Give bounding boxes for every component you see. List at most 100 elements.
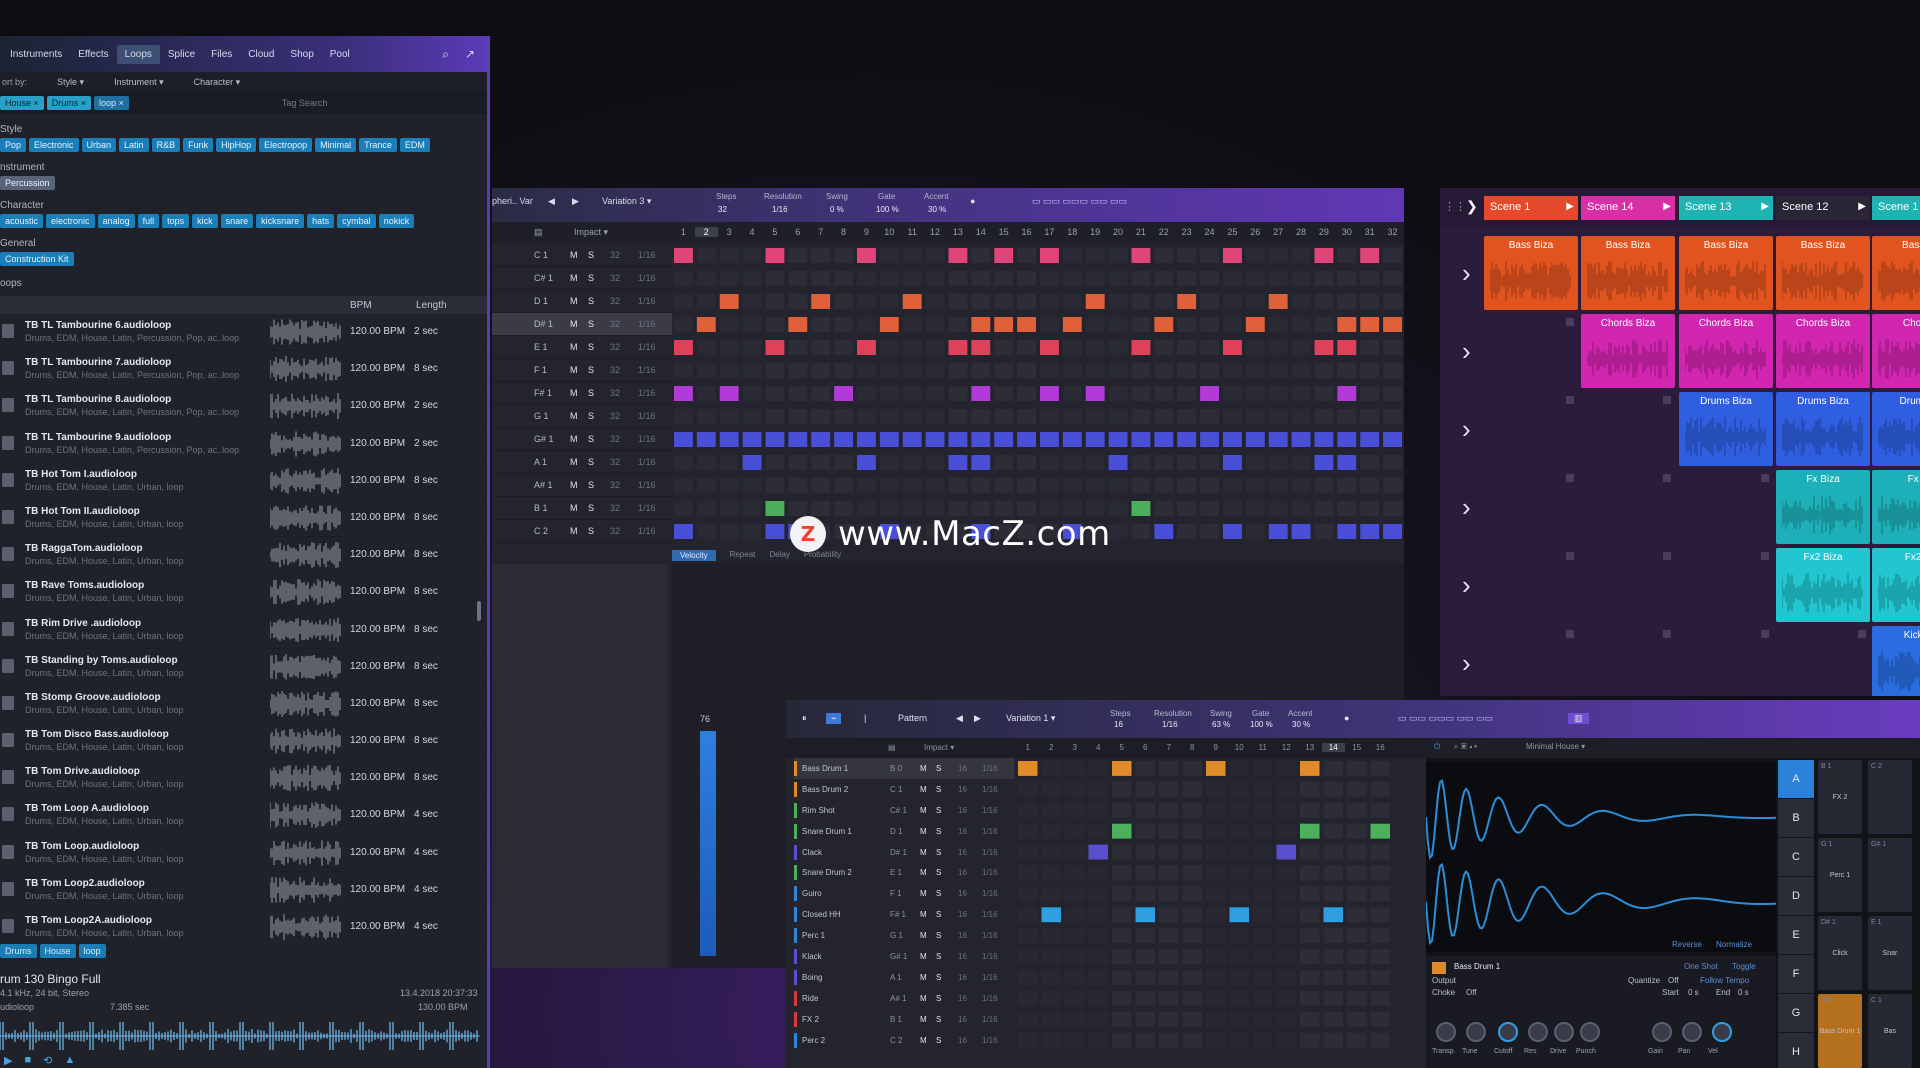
list-scrollbar[interactable] xyxy=(477,601,481,621)
drum-lane-steps[interactable]: 16 xyxy=(958,806,967,815)
pattern-lane[interactable]: A 1 M S 32 1/16 xyxy=(492,451,672,474)
empty-slot-icon[interactable] xyxy=(1566,552,1574,560)
knob-dial[interactable] xyxy=(1580,1022,1600,1042)
drum-mute-button[interactable]: M xyxy=(920,910,927,919)
drum-lane[interactable]: Bass Drum 1 B 0 M S 16 1/16 xyxy=(794,758,1014,779)
drum-mute-button[interactable]: M xyxy=(920,994,927,1003)
drum-solo-button[interactable]: S xyxy=(936,785,941,794)
velocity-bar[interactable] xyxy=(700,731,716,956)
end-value[interactable]: 0 s xyxy=(1738,988,1749,997)
mute-button[interactable]: M xyxy=(570,457,578,467)
lane-resolution[interactable]: 1/16 xyxy=(638,388,656,398)
mute-button[interactable]: M xyxy=(570,434,578,444)
drum-solo-button[interactable]: S xyxy=(936,994,941,1003)
drum-lane-resolution[interactable]: 1/16 xyxy=(982,973,998,982)
kit-select[interactable]: Minimal House ▾ xyxy=(1526,742,1585,751)
drum-lane[interactable]: Ride A# 1 M S 16 1/16 xyxy=(794,988,1014,1009)
tag-minimal[interactable]: Minimal xyxy=(315,138,357,152)
empty-slot-icon[interactable] xyxy=(1566,318,1574,326)
tag-hats[interactable]: hats xyxy=(307,214,335,228)
empty-slot-icon[interactable] xyxy=(1663,630,1671,638)
track-expand-icon[interactable]: › xyxy=(1462,336,1471,367)
clip[interactable]: Drums Biza xyxy=(1776,392,1870,466)
drum-mute-button[interactable]: M xyxy=(920,973,927,982)
drum-solo-button[interactable]: S xyxy=(936,973,941,982)
drum-mute-button[interactable]: M xyxy=(920,806,927,815)
lane-steps[interactable]: 32 xyxy=(610,434,620,444)
pattern-lane[interactable]: D# 1 M S 32 1/16 xyxy=(492,313,672,336)
drum-mute-button[interactable]: M xyxy=(920,931,927,940)
drum-mute-button[interactable]: M xyxy=(920,868,927,877)
lane-resolution[interactable]: 1/16 xyxy=(638,365,656,375)
drum-pad[interactable]: E 1 Snar xyxy=(1868,916,1912,990)
drum-pad[interactable]: G 1 Perc 1 xyxy=(1818,838,1862,912)
start-value[interactable]: 0 s xyxy=(1688,988,1699,997)
drum-instrument-select[interactable]: Impact ▾ xyxy=(924,743,954,752)
mute-button[interactable]: M xyxy=(570,342,578,352)
drum-solo-button[interactable]: S xyxy=(936,848,941,857)
play-icon[interactable]: ▶ xyxy=(4,1054,12,1067)
tag-latin[interactable]: Latin xyxy=(119,138,149,152)
clip[interactable]: Fx Biza xyxy=(1776,470,1870,544)
drum-solo-button[interactable]: S xyxy=(936,868,941,877)
loop-row[interactable]: TB Standing by Toms.audioloop Drums, EDM,… xyxy=(0,649,487,686)
loop-row[interactable]: TB Hot Tom II.audioloop Drums, EDM, House… xyxy=(0,500,487,538)
clip[interactable]: Chords Biza xyxy=(1679,314,1773,388)
drum-lane-resolution[interactable]: 1/16 xyxy=(982,764,998,773)
drum-solo-button[interactable]: S xyxy=(936,1036,941,1045)
solo-button[interactable]: S xyxy=(588,365,594,375)
drum-lane[interactable]: Boing A 1 M S 16 1/16 xyxy=(794,967,1014,988)
drum-swing-value[interactable]: 63 % xyxy=(1212,720,1230,729)
sampler-knob[interactable]: Vel xyxy=(1708,1022,1738,1066)
mute-button[interactable]: M xyxy=(570,250,578,260)
lane-steps[interactable]: 32 xyxy=(610,342,620,352)
pad-bank-button[interactable]: F xyxy=(1778,955,1814,994)
solo-button[interactable]: S xyxy=(588,480,594,490)
empty-slot-icon[interactable] xyxy=(1761,474,1769,482)
drum-lane[interactable]: Klack G# 1 M S 16 1/16 xyxy=(794,946,1014,967)
mute-button[interactable]: M xyxy=(570,296,578,306)
grid-icon[interactable]: ⋮⋮ xyxy=(1444,200,1466,213)
empty-slot-icon[interactable] xyxy=(1566,396,1574,404)
loop-row[interactable]: TB Tom Loop.audioloop Drums, EDM, House, … xyxy=(0,835,487,872)
accent-value[interactable]: 30 % xyxy=(928,205,946,214)
drum-lane-resolution[interactable]: 1/16 xyxy=(982,785,998,794)
clip[interactable]: Bass Biza xyxy=(1679,236,1773,310)
drum-lane-resolution[interactable]: 1/16 xyxy=(982,848,998,857)
track-expand-icon[interactable]: › xyxy=(1462,258,1471,289)
tag-rnb[interactable]: R&B xyxy=(151,138,181,152)
drum-pad[interactable]: G# 1 xyxy=(1868,838,1912,912)
tag-snare[interactable]: snare xyxy=(220,214,254,228)
empty-slot-icon[interactable] xyxy=(1858,630,1866,638)
tag-electronic-char[interactable]: electronic xyxy=(46,214,95,228)
loop-row[interactable]: TB RaggaTom.audioloop Drums, EDM, House, … xyxy=(0,537,487,575)
solo-button[interactable]: S xyxy=(588,526,594,536)
pad-bank-button[interactable]: B xyxy=(1778,799,1814,838)
clip[interactable]: Kick Bi xyxy=(1872,626,1920,696)
lane-steps[interactable]: 32 xyxy=(610,480,620,490)
tag-cymbal[interactable]: cymbal xyxy=(337,214,376,228)
expand-icon[interactable]: ↗ xyxy=(465,47,475,62)
drum-lane-steps[interactable]: 16 xyxy=(958,931,967,940)
mute-button[interactable]: M xyxy=(570,319,578,329)
solo-button[interactable]: S xyxy=(588,503,594,513)
pattern-lane[interactable]: F# 1 M S 32 1/16 xyxy=(492,382,672,405)
pattern-lane[interactable]: C 1 M S 32 1/16 xyxy=(492,244,672,267)
mute-button[interactable]: M xyxy=(570,411,578,421)
next-variation-icon[interactable]: ▶ xyxy=(572,196,579,207)
drum-lane[interactable]: Clack D# 1 M S 16 1/16 xyxy=(794,842,1014,863)
drum-lane-resolution[interactable]: 1/16 xyxy=(982,806,998,815)
instrument-select[interactable]: Impact ▾ xyxy=(574,227,608,238)
tab-files[interactable]: Files xyxy=(203,45,240,64)
lane-steps[interactable]: 32 xyxy=(610,250,620,260)
steps-value[interactable]: 32 xyxy=(718,205,727,214)
drum-resolution-value[interactable]: 1/16 xyxy=(1162,720,1178,729)
drum-lane-resolution[interactable]: 1/16 xyxy=(982,889,998,898)
loop-row[interactable]: TB Stomp Groove.audioloop Drums, EDM, Hou… xyxy=(0,686,487,724)
drum-lane-steps[interactable]: 16 xyxy=(958,973,967,982)
scene-play-icon[interactable]: ▶ xyxy=(1566,201,1574,212)
clip[interactable]: Bass Biza xyxy=(1581,236,1675,310)
drum-mute-button[interactable]: M xyxy=(920,952,927,961)
tab-delay[interactable]: Delay xyxy=(769,550,789,561)
tag-electronic[interactable]: Electronic xyxy=(29,138,79,152)
